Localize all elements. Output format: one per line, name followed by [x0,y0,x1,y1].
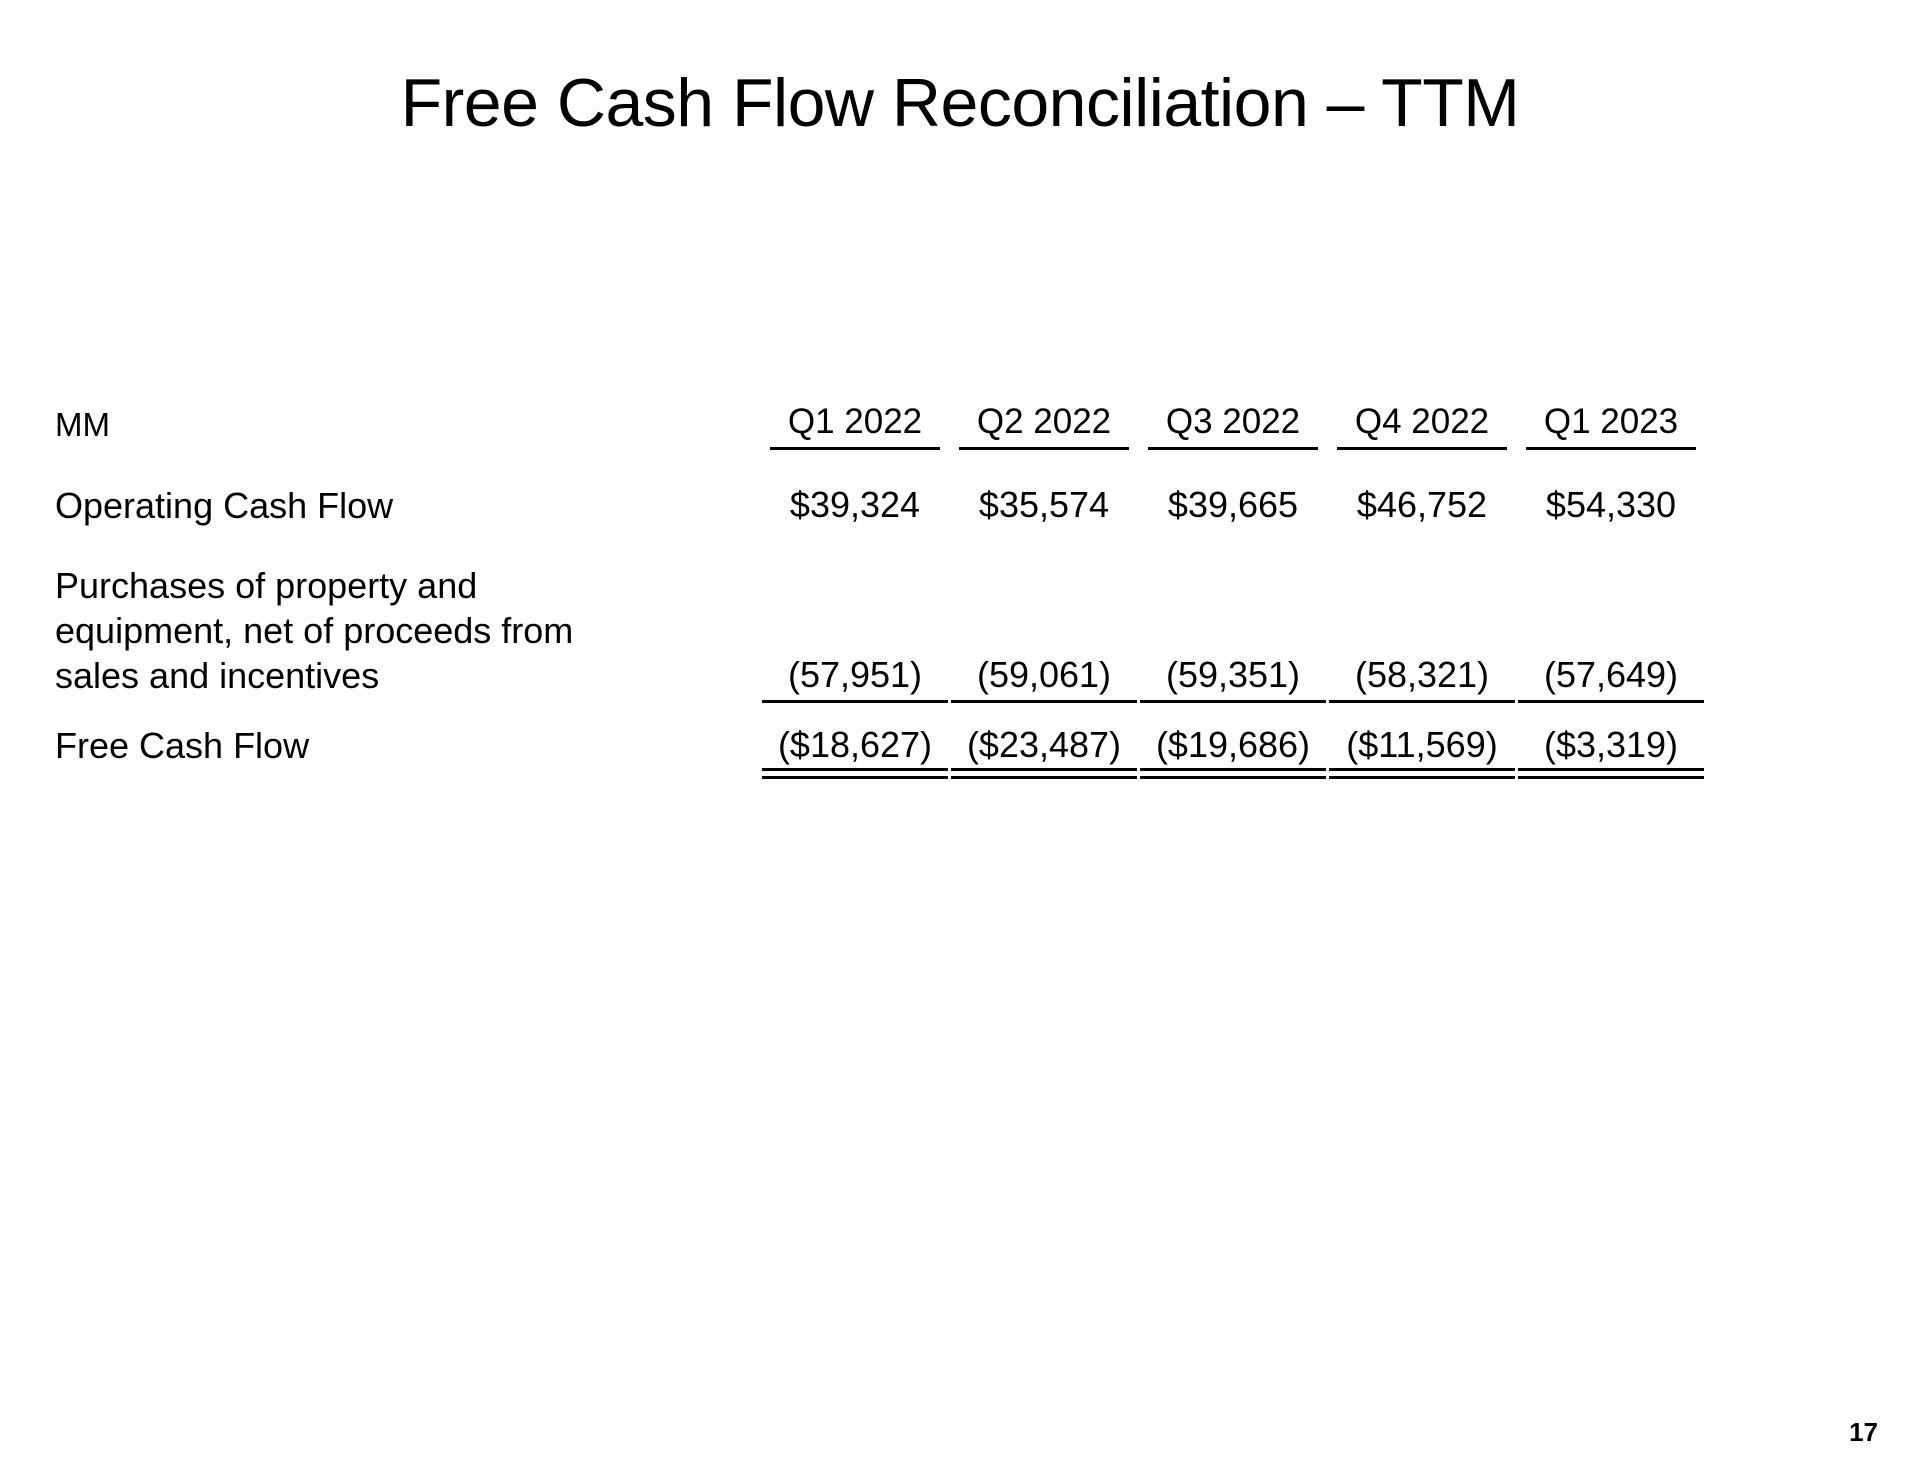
cell-free-cash-flow-q1-2022: ($18,627) [777,724,933,765]
cell-purchases-q4-2022: (58,321) [1354,654,1490,695]
row-label-operating-cash-flow: Operating Cash Flow [55,485,394,526]
slide-canvas: Free Cash Flow Reconciliation – TTM MM Q… [0,0,1920,1467]
column-header-q1-2022: Q1 2022 [787,402,923,441]
subtotal-rule-q1-2023 [1518,700,1704,703]
page-number: 17 [1849,1417,1878,1447]
subtotal-rule-q1-2022 [762,700,948,703]
total-rule-q2-2022 [951,768,1137,779]
subtotal-rule-q2-2022 [951,700,1137,703]
total-rule-q1-2023 [1518,768,1704,779]
cell-free-cash-flow-q1-2023: ($3,319) [1543,724,1679,765]
row-label-free-cash-flow: Free Cash Flow [55,725,310,766]
subtotal-rule-q4-2022 [1329,700,1515,703]
free-cash-flow-table: MM Q1 2022 Q2 2022 Q3 2022 Q4 2022 Q1 20… [0,0,1920,1467]
cell-operating-cash-flow-q1-2022: $39,324 [789,484,921,525]
cell-operating-cash-flow-q1-2023: $54,330 [1545,484,1677,525]
cell-purchases-q1-2022: (57,951) [787,654,923,695]
total-rule-q3-2022 [1140,768,1326,779]
header-rule-q4-2022 [1337,447,1507,450]
cell-purchases-q1-2023: (57,649) [1543,654,1679,695]
total-rule-q4-2022 [1329,768,1515,779]
header-rule-q2-2022 [959,447,1129,450]
cell-operating-cash-flow-q2-2022: $35,574 [978,484,1110,525]
header-rule-q3-2022 [1148,447,1318,450]
cell-free-cash-flow-q3-2022: ($19,686) [1155,724,1311,765]
total-rule-q1-2022 [762,768,948,779]
unit-label-mm: MM [55,406,110,443]
column-header-q1-2023: Q1 2023 [1543,402,1679,441]
column-header-q4-2022: Q4 2022 [1354,402,1490,441]
column-header-q2-2022: Q2 2022 [976,402,1112,441]
cell-purchases-q2-2022: (59,061) [976,654,1112,695]
column-header-q3-2022: Q3 2022 [1165,402,1301,441]
cell-free-cash-flow-q2-2022: ($23,487) [966,724,1122,765]
subtotal-rule-q3-2022 [1140,700,1326,703]
cell-operating-cash-flow-q4-2022: $46,752 [1356,484,1488,525]
cell-purchases-q3-2022: (59,351) [1165,654,1301,695]
header-rule-q1-2022 [770,447,940,450]
header-rule-q1-2023 [1526,447,1696,450]
cell-free-cash-flow-q4-2022: ($11,569) [1346,724,1498,765]
cell-operating-cash-flow-q3-2022: $39,665 [1167,484,1299,525]
row-label-purchases-of-property-and-equipment: Purchases of property and equipment, net… [55,565,574,696]
